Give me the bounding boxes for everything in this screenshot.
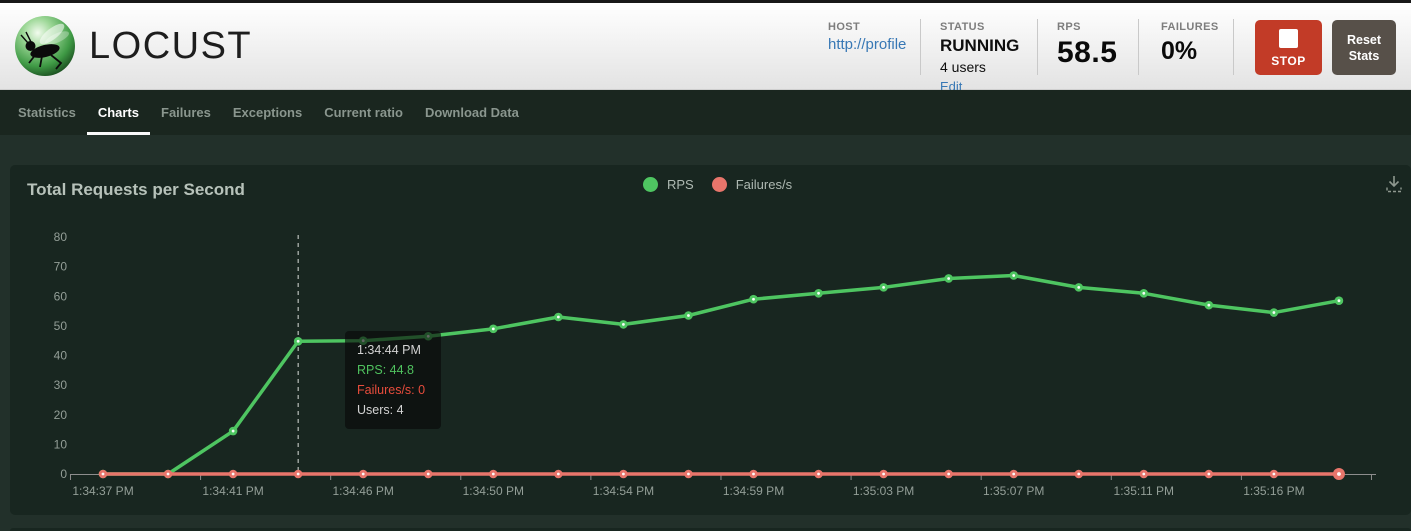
svg-text:10: 10 bbox=[54, 437, 68, 451]
reset-stats-button[interactable]: Reset Stats bbox=[1332, 20, 1396, 75]
svg-text:1:34:59 PM: 1:34:59 PM bbox=[723, 484, 784, 498]
failures-info: FAILURES 0% bbox=[1161, 21, 1219, 66]
nav-tabs: StatisticsChartsFailuresExceptionsCurren… bbox=[0, 90, 1411, 135]
svg-text:1:34:54 PM: 1:34:54 PM bbox=[593, 484, 654, 498]
stop-square-icon bbox=[1279, 29, 1298, 48]
svg-text:30: 30 bbox=[54, 378, 68, 392]
tab-download-data[interactable]: Download Data bbox=[414, 90, 530, 135]
divider bbox=[1037, 19, 1038, 75]
host-label: HOST bbox=[828, 21, 906, 33]
failures-label: FAILURES bbox=[1161, 21, 1219, 33]
svg-text:1:34:37 PM: 1:34:37 PM bbox=[72, 484, 133, 498]
stop-button-label: STOP bbox=[1271, 54, 1305, 68]
svg-text:60: 60 bbox=[54, 289, 68, 303]
tab-current-ratio[interactable]: Current ratio bbox=[313, 90, 414, 135]
svg-text:20: 20 bbox=[54, 408, 68, 422]
rps-chart[interactable]: 0 10 20 30 40 50 60 70 80 1:34:37 PM 1:34:41 PM 1:3… bbox=[10, 165, 1411, 515]
status-value: RUNNING bbox=[940, 36, 1019, 56]
svg-text:1:35:07 PM: 1:35:07 PM bbox=[983, 484, 1044, 498]
divider bbox=[1138, 19, 1139, 75]
rps-info: RPS 58.5 bbox=[1057, 21, 1117, 70]
logo-text: LOCUST bbox=[89, 25, 252, 68]
failures-value: 0% bbox=[1161, 37, 1219, 66]
chart-panel: Total Requests per Second RPSFailures/s … bbox=[10, 165, 1411, 515]
rps-label: RPS bbox=[1057, 21, 1117, 33]
locust-logo[interactable]: LOCUST bbox=[14, 15, 252, 77]
stop-button[interactable]: STOP bbox=[1255, 20, 1322, 75]
host-link[interactable]: http://profile bbox=[828, 36, 906, 53]
svg-text:40: 40 bbox=[54, 349, 68, 363]
status-info: STATUS RUNNING 4 users Edit bbox=[940, 21, 1019, 96]
svg-text:80: 80 bbox=[54, 230, 68, 244]
tab-exceptions[interactable]: Exceptions bbox=[222, 90, 313, 135]
rps-value: 58.5 bbox=[1057, 36, 1117, 70]
svg-text:1:35:16 PM: 1:35:16 PM bbox=[1243, 484, 1304, 498]
tab-failures[interactable]: Failures bbox=[150, 90, 222, 135]
svg-text:70: 70 bbox=[54, 260, 68, 274]
svg-text:1:34:50 PM: 1:34:50 PM bbox=[463, 484, 524, 498]
host-info: HOST http://profile bbox=[828, 21, 906, 54]
top-border bbox=[0, 0, 1411, 3]
divider bbox=[920, 19, 921, 75]
svg-text:1:34:41 PM: 1:34:41 PM bbox=[202, 484, 263, 498]
svg-text:1:35:11 PM: 1:35:11 PM bbox=[1114, 484, 1174, 498]
svg-text:1:34:46 PM: 1:34:46 PM bbox=[333, 484, 394, 498]
locust-logo-icon bbox=[14, 15, 76, 77]
header: LOCUST HOST http://profile STATUS RUNNIN… bbox=[0, 3, 1411, 90]
svg-text:1:35:03 PM: 1:35:03 PM bbox=[853, 484, 914, 498]
divider bbox=[1233, 19, 1234, 75]
svg-text:50: 50 bbox=[54, 319, 68, 333]
svg-text:0: 0 bbox=[60, 467, 67, 481]
user-count: 4 users bbox=[940, 59, 1019, 75]
tab-charts[interactable]: Charts bbox=[87, 90, 150, 135]
status-label: STATUS bbox=[940, 21, 1019, 33]
tab-statistics[interactable]: Statistics bbox=[7, 90, 87, 135]
